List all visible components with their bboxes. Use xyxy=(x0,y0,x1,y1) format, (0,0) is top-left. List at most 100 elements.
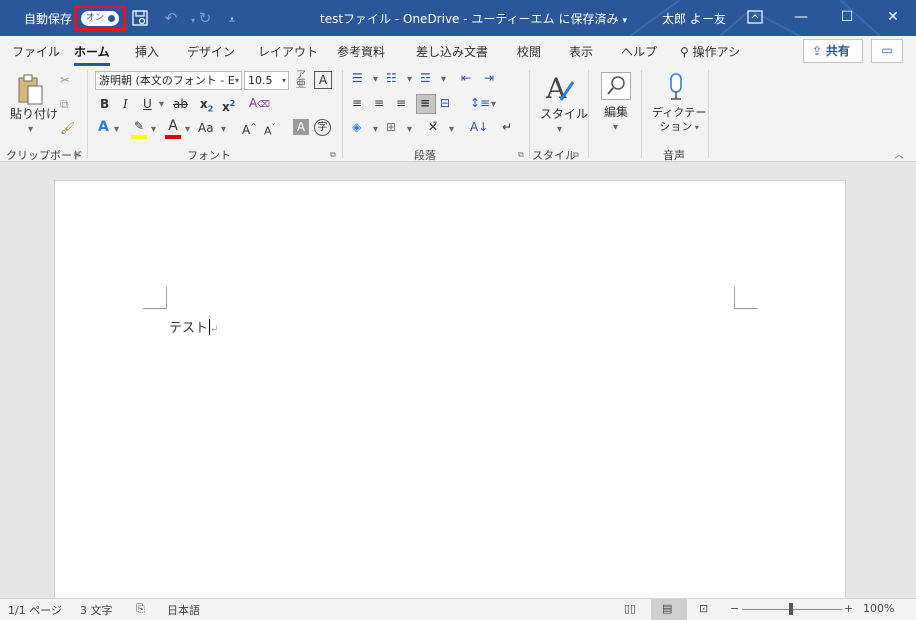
word-count[interactable]: 3 文字 xyxy=(80,602,113,618)
paste-icon[interactable] xyxy=(12,72,50,108)
styles-launcher-icon[interactable]: ⧉ xyxy=(573,150,579,160)
document-page[interactable]: テスト ↵ xyxy=(54,180,846,600)
tab-view[interactable]: 表示 xyxy=(569,43,593,60)
align-right-icon[interactable]: ≡ xyxy=(396,95,406,111)
numbering-dropdown-icon[interactable]: ▾ xyxy=(407,72,412,88)
text-effects-button[interactable]: A xyxy=(98,119,109,135)
font-launcher-icon[interactable]: ⧉ xyxy=(330,150,336,160)
zoom-slider-thumb[interactable] xyxy=(789,603,793,615)
read-mode-icon[interactable]: ▯▯ xyxy=(624,602,636,615)
tab-mailings[interactable]: 差し込み文書 xyxy=(416,43,488,60)
text-effects-dropdown-icon[interactable]: ▾ xyxy=(114,122,119,138)
styles-dropdown-icon[interactable]: ▾ xyxy=(557,122,562,138)
align-center-icon[interactable]: ≡ xyxy=(374,95,384,111)
tab-file[interactable]: ファイル xyxy=(12,43,60,60)
sort-icon[interactable]: A↓ xyxy=(470,119,488,135)
user-name[interactable]: 太郎 よー友 xyxy=(662,10,726,27)
document-title[interactable]: testファイル - OneDrive - ユーティーエム に保存済み ▾ xyxy=(320,10,627,27)
multilevel-dropdown-icon[interactable]: ▾ xyxy=(441,72,446,88)
borders-icon[interactable]: ⊞ xyxy=(386,119,396,135)
zoom-out-button[interactable]: − xyxy=(730,602,739,615)
shrink-font-button[interactable]: Aˇ xyxy=(264,120,276,140)
multilevel-list-icon[interactable]: ☲ xyxy=(420,70,431,86)
page-count[interactable]: 1/1 ページ xyxy=(8,602,62,618)
shading-icon[interactable]: ◈ xyxy=(352,119,361,135)
copy-icon[interactable]: ⧉ xyxy=(60,96,69,112)
show-marks-icon[interactable]: ↵ xyxy=(502,119,512,135)
numbering-icon[interactable]: ☷ xyxy=(386,70,397,86)
line-spacing-dropdown-icon[interactable]: ▾ xyxy=(491,97,496,113)
paste-dropdown-icon[interactable]: ▾ xyxy=(28,122,33,138)
tab-references[interactable]: 参考資料 xyxy=(337,43,385,60)
bullets-dropdown-icon[interactable]: ▾ xyxy=(373,72,378,88)
bullets-icon[interactable]: ☰ xyxy=(352,70,363,86)
enclosed-character-icon[interactable]: 字 xyxy=(314,119,331,136)
font-size-combo[interactable]: 10.5 ▾ xyxy=(244,71,289,90)
asian-layout-icon[interactable]: ✕̄ xyxy=(428,119,438,135)
strikethrough-button[interactable]: ab xyxy=(173,96,188,112)
bold-button[interactable]: B xyxy=(100,96,109,112)
tab-help[interactable]: ヘルプ xyxy=(621,43,657,60)
maximize-icon[interactable]: ☐ xyxy=(824,0,870,36)
styles-button[interactable]: スタイル xyxy=(540,106,588,122)
zoom-in-button[interactable]: + xyxy=(844,602,853,615)
decrease-indent-icon[interactable]: ⇤ xyxy=(461,70,471,86)
close-icon[interactable]: ✕ xyxy=(870,0,916,36)
undo-icon[interactable]: ↶ xyxy=(162,9,180,27)
save-icon[interactable] xyxy=(131,9,149,27)
microphone-icon[interactable] xyxy=(664,72,688,104)
clear-formatting-icon[interactable]: A⌫ xyxy=(249,95,270,113)
font-color-button[interactable]: A xyxy=(164,118,182,139)
zoom-level[interactable]: 100% xyxy=(863,602,894,615)
superscript-button[interactable]: x2 xyxy=(222,96,235,115)
ribbon-display-options-icon[interactable] xyxy=(732,0,778,36)
increase-indent-icon[interactable]: ⇥ xyxy=(484,70,494,86)
tell-me-search[interactable]: ⚲ 操作アシ xyxy=(680,43,740,60)
format-painter-icon[interactable]: 🖌 xyxy=(60,120,75,136)
language[interactable]: 日本語 xyxy=(167,602,200,618)
editing-dropdown-icon[interactable]: ▾ xyxy=(613,120,618,136)
styles-icon[interactable]: A xyxy=(542,72,578,106)
redo-icon[interactable]: ↻ xyxy=(196,9,214,27)
autosave-toggle[interactable]: オン xyxy=(81,11,119,26)
print-layout-icon[interactable]: ▤ xyxy=(662,602,672,615)
phonetic-guide-icon[interactable]: ア亜 xyxy=(296,71,306,90)
subscript-button[interactable]: x2 xyxy=(200,96,213,117)
tab-home[interactable]: ホーム xyxy=(74,43,110,66)
shading-dropdown-icon[interactable]: ▾ xyxy=(373,122,378,138)
cut-icon[interactable]: ✂ xyxy=(60,72,70,88)
proofing-icon[interactable]: ⎘ xyxy=(136,602,145,616)
italic-button[interactable]: I xyxy=(123,96,128,112)
minimize-icon[interactable]: — xyxy=(778,0,824,36)
borders-dropdown-icon[interactable]: ▾ xyxy=(407,122,412,138)
comments-button[interactable]: ▭ xyxy=(871,39,903,63)
asian-layout-dropdown-icon[interactable]: ▾ xyxy=(449,122,454,138)
find-icon[interactable] xyxy=(601,72,631,100)
dictate-button[interactable]: ディクテー ション ▾ xyxy=(652,106,706,135)
align-left-icon[interactable]: ≡ xyxy=(352,95,362,111)
highlight-button[interactable]: ✎ xyxy=(130,118,148,139)
paste-button[interactable]: 貼り付け xyxy=(10,106,58,122)
editing-button[interactable]: 編集 xyxy=(604,104,628,120)
paragraph-launcher-icon[interactable]: ⧉ xyxy=(518,150,524,160)
tab-design[interactable]: デザイン xyxy=(187,43,235,60)
change-case-dropdown-icon[interactable]: ▾ xyxy=(221,122,226,138)
underline-dropdown-icon[interactable]: ▾ xyxy=(159,97,164,113)
clipboard-launcher-icon[interactable]: ⧉ xyxy=(74,150,80,160)
font-color-dropdown-icon[interactable]: ▾ xyxy=(185,122,190,138)
tab-review[interactable]: 校閲 xyxy=(517,43,541,60)
web-layout-icon[interactable]: ⊡ xyxy=(699,602,708,615)
distributed-icon[interactable]: ⊟ xyxy=(440,95,450,111)
change-case-button[interactable]: Aa xyxy=(198,120,214,136)
share-button[interactable]: ⇪ 共有 xyxy=(803,39,863,63)
tab-layout[interactable]: レイアウト xyxy=(258,43,318,60)
character-shading-button[interactable]: A xyxy=(293,119,309,135)
grow-font-button[interactable]: A^ xyxy=(242,119,257,138)
customize-qat-icon[interactable]: ⩡ xyxy=(223,9,241,27)
line-spacing-icon[interactable]: ↕≡ xyxy=(470,95,490,111)
enclose-characters-icon[interactable]: A xyxy=(314,71,332,89)
justify-icon[interactable]: ≡ xyxy=(420,95,430,111)
document-body-text[interactable]: テスト ↵ xyxy=(169,317,218,336)
tab-insert[interactable]: 挿入 xyxy=(135,43,159,60)
underline-button[interactable]: U xyxy=(143,96,152,112)
